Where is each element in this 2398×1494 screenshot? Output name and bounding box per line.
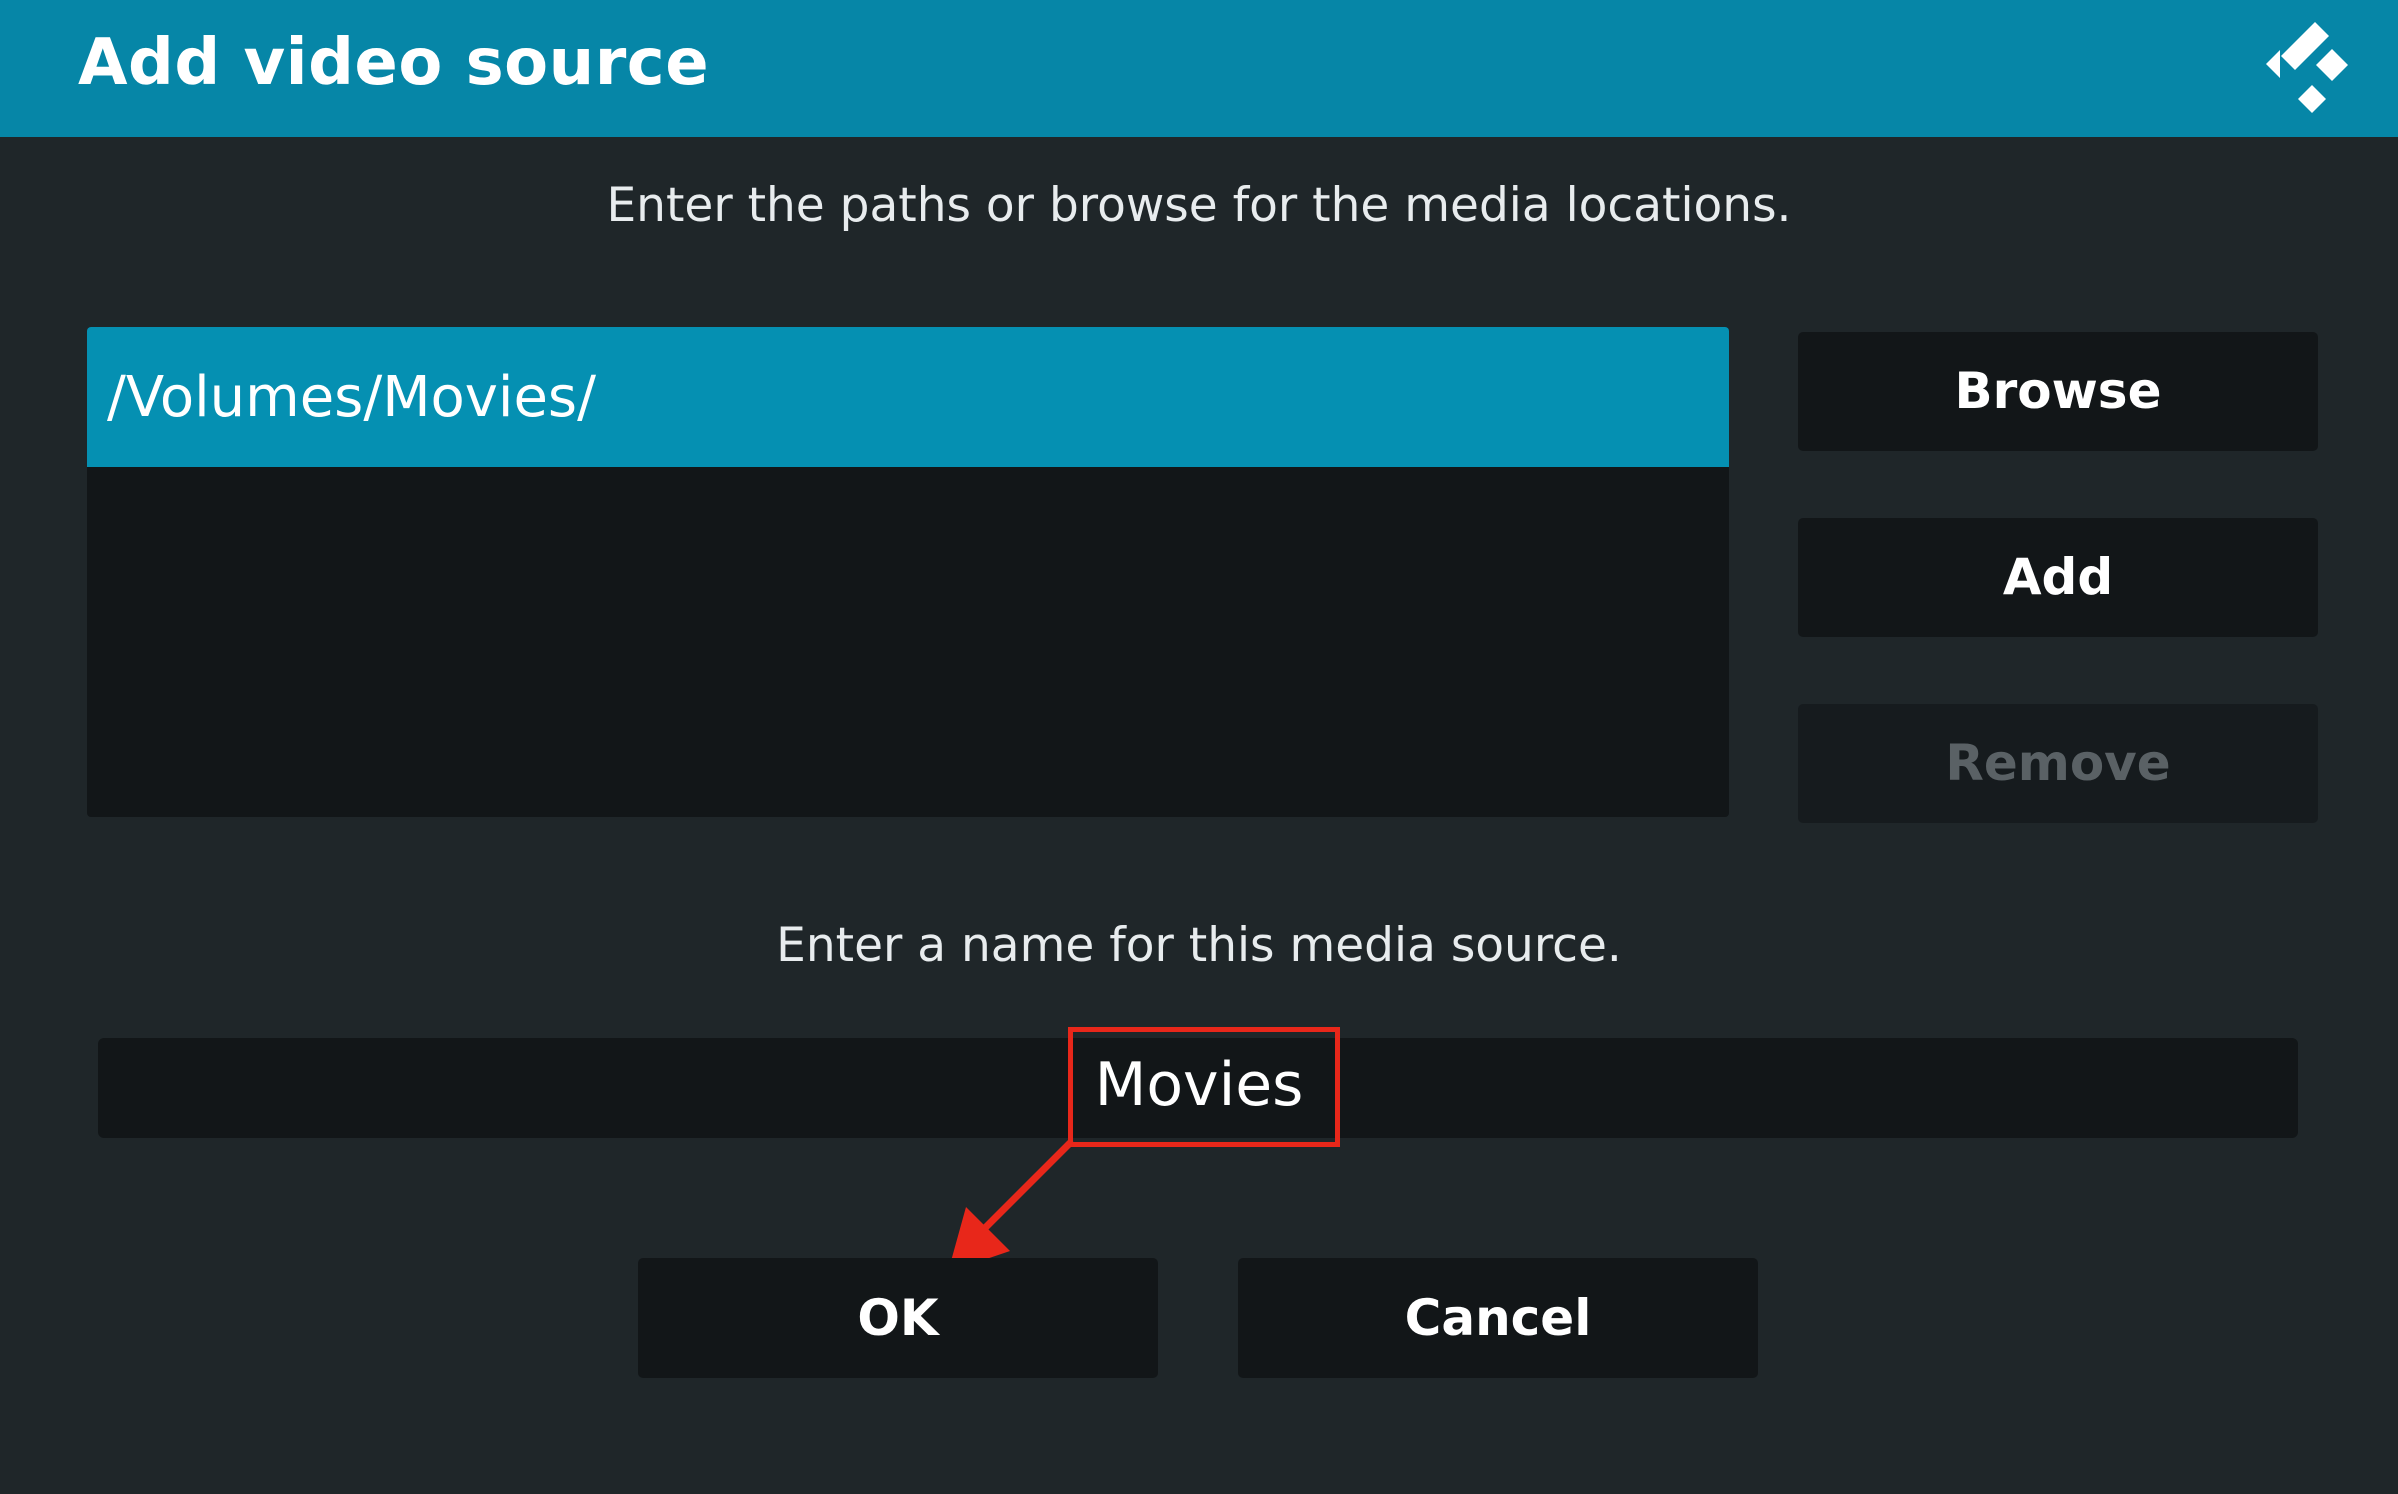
browse-button[interactable]: Browse (1798, 332, 2318, 451)
dialog-title: Add video source (78, 26, 710, 100)
paths-instruction: Enter the paths or browse for the media … (606, 178, 1792, 233)
remove-button[interactable]: Remove (1798, 704, 2318, 823)
name-instruction: Enter a name for this media source. (776, 918, 1622, 973)
ok-button[interactable]: OK (638, 1258, 1158, 1378)
cancel-button[interactable]: Cancel (1238, 1258, 1758, 1378)
path-list[interactable]: /Volumes/Movies/ (87, 327, 1729, 817)
kodi-logo-icon (2266, 22, 2348, 113)
path-item-label: /Volumes/Movies/ (107, 365, 596, 430)
path-list-item[interactable]: /Volumes/Movies/ (87, 327, 1729, 467)
annotation-highlight-box (1068, 1027, 1340, 1147)
add-button[interactable]: Add (1798, 518, 2318, 637)
dialog-header: Add video source (0, 0, 2398, 137)
